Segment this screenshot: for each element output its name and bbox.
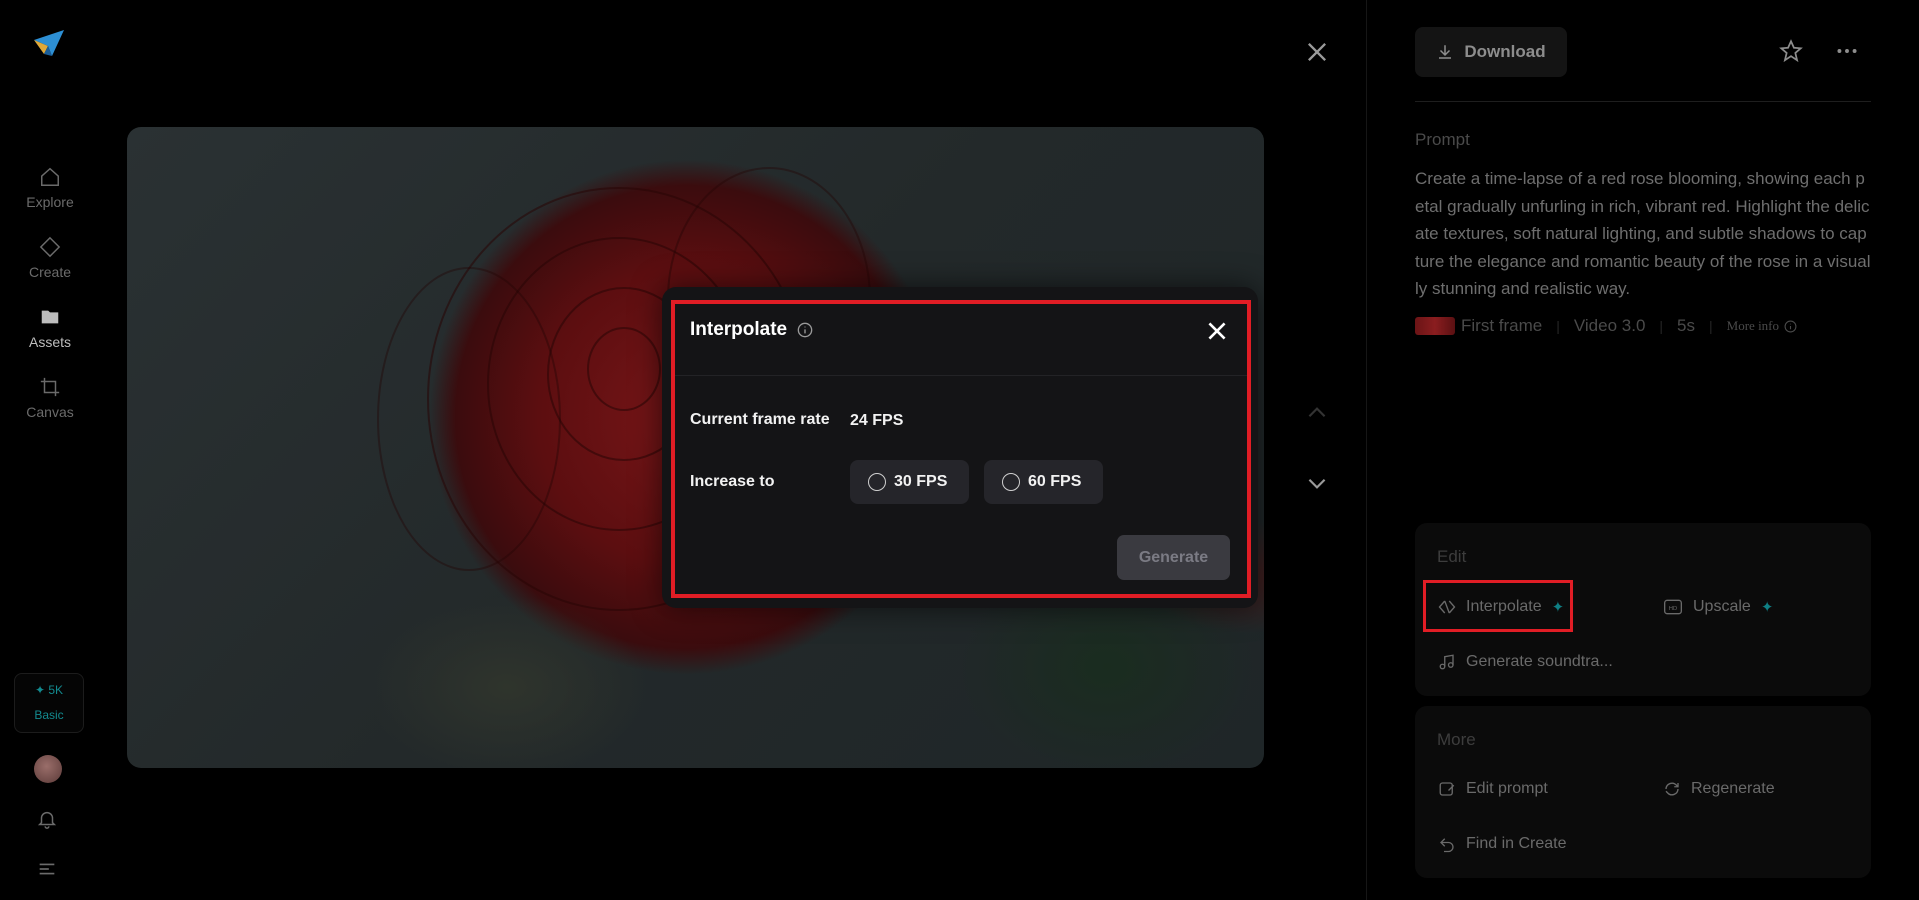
edit-prompt-option[interactable]: Edit prompt xyxy=(1438,780,1548,798)
close-icon[interactable] xyxy=(1204,318,1230,349)
credits-amount: ✦ 5K xyxy=(34,683,64,697)
sidebar-item-assets[interactable]: Assets xyxy=(0,306,100,366)
download-label: Download xyxy=(1464,42,1546,61)
folder-icon xyxy=(41,310,59,324)
current-frame-rate-value: 24 FPS xyxy=(850,412,904,429)
fps-option-30[interactable]: 30 FPS xyxy=(850,460,969,504)
edit-prompt-label: Edit prompt xyxy=(1466,780,1548,797)
regenerate-label: Regenerate xyxy=(1691,780,1775,797)
modal-divider xyxy=(675,375,1247,376)
more-heading: More xyxy=(1437,730,1476,749)
download-button[interactable]: Download xyxy=(1415,27,1567,77)
current-frame-rate-label: Current frame rate xyxy=(690,411,830,428)
bell-icon[interactable] xyxy=(36,808,58,835)
sidebar-item-label: Assets xyxy=(28,334,71,350)
edit-icon xyxy=(1439,782,1455,796)
sidebar-item-label: Create xyxy=(28,264,72,280)
more-info-link[interactable]: More info xyxy=(1727,318,1779,334)
meta-separator: | xyxy=(1556,318,1560,334)
find-in-create-label: Find in Create xyxy=(1466,835,1567,852)
meta-separator: | xyxy=(1709,318,1713,334)
refresh-icon xyxy=(1665,782,1679,796)
sparkle-icon: ✦ xyxy=(1760,599,1774,616)
star-icon[interactable] xyxy=(1778,38,1804,69)
prompt-text: Create a time-lapse of a red rose bloomi… xyxy=(1415,169,1871,298)
panel-divider xyxy=(1366,0,1367,900)
menu-icon[interactable] xyxy=(36,858,58,885)
crop-icon xyxy=(40,377,60,397)
chevron-up-icon[interactable] xyxy=(1304,400,1330,431)
modal-header: Interpolate xyxy=(690,319,813,341)
upscale-option[interactable]: HD Upscale ✦ xyxy=(1663,598,1773,616)
music-note-icon xyxy=(1439,654,1454,670)
close-icon[interactable] xyxy=(1303,38,1331,66)
find-in-create-option[interactable]: Find in Create xyxy=(1438,835,1567,853)
generate-button[interactable]: Generate xyxy=(1117,535,1230,580)
prompt-heading: Prompt xyxy=(1415,130,1470,149)
radio-button[interactable] xyxy=(868,473,886,491)
upscale-label: Upscale xyxy=(1693,598,1751,615)
sidebar-item-label: Canvas xyxy=(26,404,74,420)
credits-badge[interactable]: ✦ 5K Basic xyxy=(14,673,84,733)
sidebar-item-explore[interactable]: Explore xyxy=(0,166,100,226)
first-frame-label: First frame xyxy=(1461,316,1543,335)
duration-label: 5s xyxy=(1677,316,1696,335)
meta-separator: | xyxy=(1659,318,1664,334)
more-card: More Edit prompt Regenerate Find in Crea… xyxy=(1415,706,1871,878)
svg-text:HD: HD xyxy=(1669,606,1677,612)
radio-button[interactable] xyxy=(1002,473,1020,491)
plan-name: Basic xyxy=(34,708,64,722)
avatar[interactable] xyxy=(34,755,62,783)
regenerate-option[interactable]: Regenerate xyxy=(1663,780,1775,798)
edit-heading: Edit xyxy=(1437,547,1467,566)
sidebar-item-label: Explore xyxy=(26,194,74,210)
header-divider xyxy=(1415,101,1871,102)
chevron-down-icon[interactable] xyxy=(1304,470,1330,501)
generate-soundtrack-option[interactable]: Generate soundtra... xyxy=(1438,653,1613,671)
fps-option-label: 60 FPS xyxy=(1028,473,1082,490)
hd-icon: HD xyxy=(1664,599,1682,615)
model-label: Video 3.0 xyxy=(1573,316,1646,335)
sidebar-item-create[interactable]: Create xyxy=(0,236,100,296)
download-icon xyxy=(1439,45,1452,59)
diamond-icon xyxy=(39,236,61,258)
interpolate-highlight xyxy=(1423,580,1573,632)
fps-option-60[interactable]: 60 FPS xyxy=(984,460,1103,504)
info-icon[interactable] xyxy=(1784,320,1797,333)
app-logo-icon[interactable] xyxy=(30,26,68,64)
modal-title: Interpolate xyxy=(690,319,788,340)
return-icon xyxy=(1440,838,1454,853)
sidebar-item-canvas[interactable]: Canvas xyxy=(0,376,100,436)
more-options-icon[interactable] xyxy=(1834,38,1860,69)
increase-to-label: Increase to xyxy=(690,473,775,490)
generate-soundtrack-label: Generate soundtra... xyxy=(1466,653,1613,670)
home-icon xyxy=(41,167,59,186)
info-icon[interactable] xyxy=(797,322,813,338)
fps-option-label: 30 FPS xyxy=(894,473,948,490)
generation-meta: First frame | Video 3.0 | 5s | More info xyxy=(1415,314,1797,338)
first-frame-thumbnail[interactable] xyxy=(1415,317,1455,335)
